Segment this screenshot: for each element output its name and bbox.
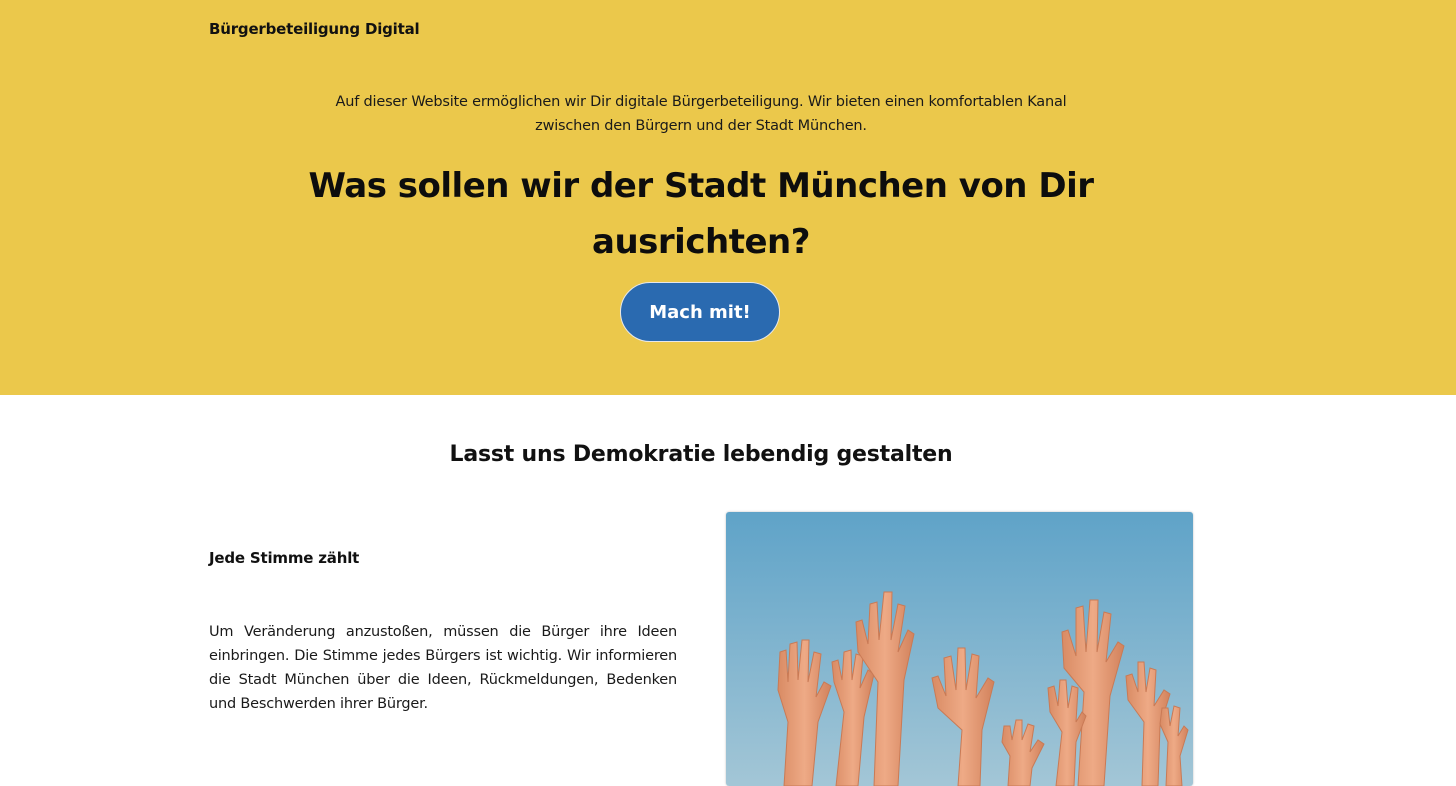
raised-hands-illustration: [726, 512, 1193, 786]
hero-intro-text: Auf dieser Website ermöglichen wir Dir d…: [335, 94, 1067, 134]
mach-mit-button[interactable]: Mach mit!: [620, 282, 780, 342]
feature-text: Um Veränderung anzustoßen, müssen die Bü…: [209, 624, 677, 712]
section-title: Lasst uns Demokratie lebendig gestalten: [449, 442, 953, 467]
raised-hands-photo: [726, 512, 1193, 786]
feature-title: Jede Stimme zählt: [209, 549, 360, 567]
site-brand[interactable]: Bürgerbeteiligung Digital: [209, 20, 420, 38]
hero-headline: Was sollen wir der Stadt München von Dir…: [308, 166, 1094, 262]
hero-section: Bürgerbeteiligung Digital Auf dieser Web…: [0, 0, 1456, 395]
